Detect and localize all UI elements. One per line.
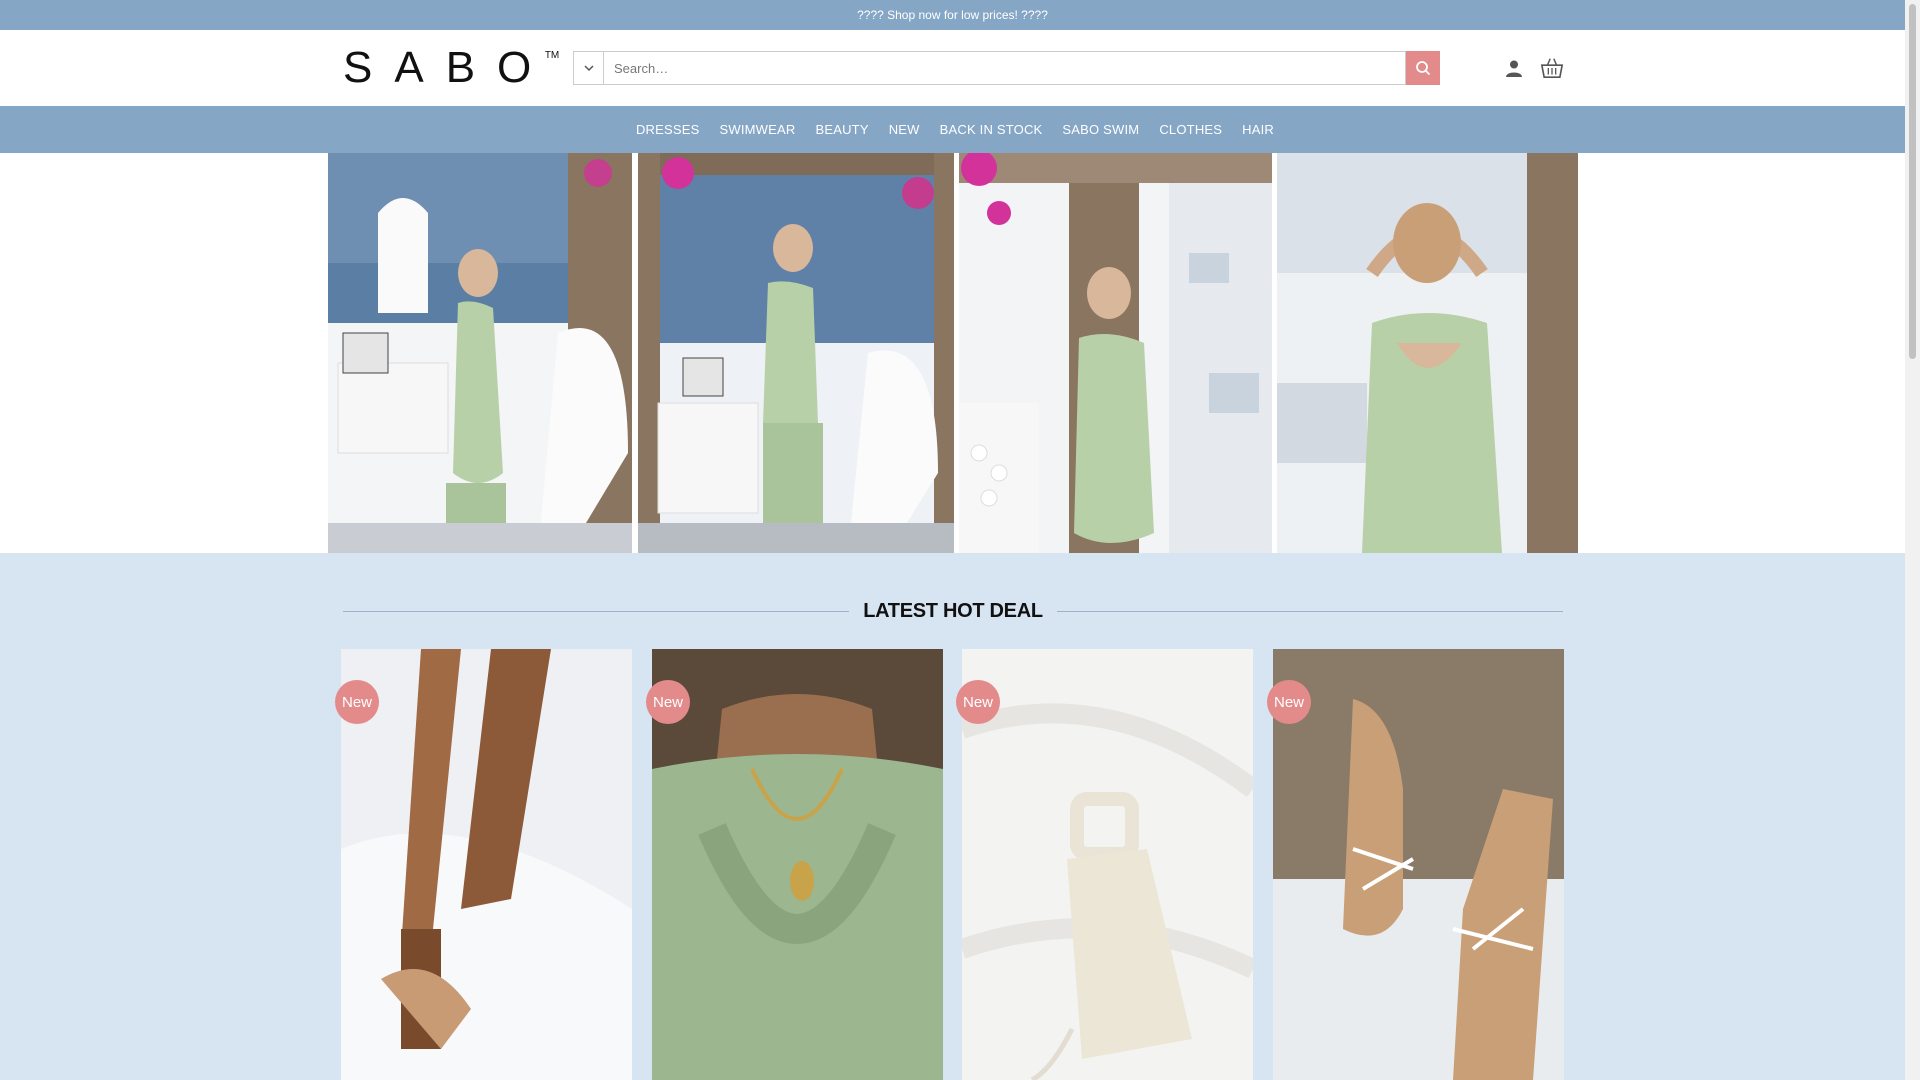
scrollbar-thumb[interactable] (1909, 4, 1916, 359)
divider-right (1056, 610, 1564, 612)
page: ???? Shop now for low prices! ???? SABO … (0, 0, 1920, 1080)
nav-item-hair[interactable]: HAIR (1242, 122, 1274, 137)
nav-item-sabo-swim[interactable]: SABO SWIM (1062, 122, 1139, 137)
new-badge: New (1267, 680, 1311, 724)
hero-banner[interactable] (0, 153, 1905, 553)
new-badge: New (646, 680, 690, 724)
logo-text: SABO (343, 43, 554, 92)
nav-item-dresses[interactable]: DRESSES (636, 122, 700, 137)
product-card[interactable] (1273, 649, 1564, 1080)
new-badge: New (335, 680, 379, 724)
nav-item-back-in-stock[interactable]: BACK IN STOCK (940, 122, 1043, 137)
nav-item-clothes[interactable]: CLOTHES (1159, 122, 1222, 137)
product-card[interactable] (341, 649, 632, 1080)
search-bar (573, 51, 1440, 85)
logo-trademark: TM (544, 50, 560, 61)
hero-image-1 (328, 153, 632, 553)
hero-image-2 (638, 153, 954, 553)
search-category-select[interactable] (573, 51, 603, 85)
basket-icon (1540, 58, 1564, 79)
new-badge: New (956, 680, 1000, 724)
section-title: LATEST HOT DEAL (863, 599, 1043, 622)
product-card[interactable] (652, 649, 943, 1080)
account-button[interactable] (1502, 54, 1526, 82)
search-icon (1416, 61, 1431, 76)
cart-button[interactable] (1540, 54, 1564, 82)
section-heading: LATEST HOT DEAL (343, 599, 1564, 623)
site-header: SABO TM (0, 30, 1905, 106)
latest-hot-deal-section: LATEST HOT DEAL New New New New (0, 553, 1905, 1080)
nav-item-swimwear[interactable]: SWIMWEAR (720, 122, 796, 137)
search-button[interactable] (1406, 51, 1440, 85)
chevron-down-icon (583, 65, 594, 72)
announcement-text: ???? Shop now for low prices! ???? (857, 8, 1048, 22)
user-icon (1506, 60, 1522, 77)
main-nav: DRESSES SWIMWEAR BEAUTY NEW BACK IN STOC… (0, 106, 1905, 153)
announcement-bar: ???? Shop now for low prices! ???? (0, 0, 1905, 30)
site-logo[interactable]: SABO TM (343, 43, 559, 92)
header-icons (1502, 54, 1564, 82)
hero-image-3 (959, 153, 1272, 553)
nav-item-new[interactable]: NEW (889, 122, 920, 137)
divider-left (343, 610, 850, 612)
nav-item-beauty[interactable]: BEAUTY (815, 122, 868, 137)
search-input[interactable] (603, 51, 1406, 85)
product-card[interactable] (962, 649, 1253, 1080)
hero-image-4 (1277, 153, 1578, 553)
page-scrollbar[interactable] (1905, 0, 1920, 1080)
